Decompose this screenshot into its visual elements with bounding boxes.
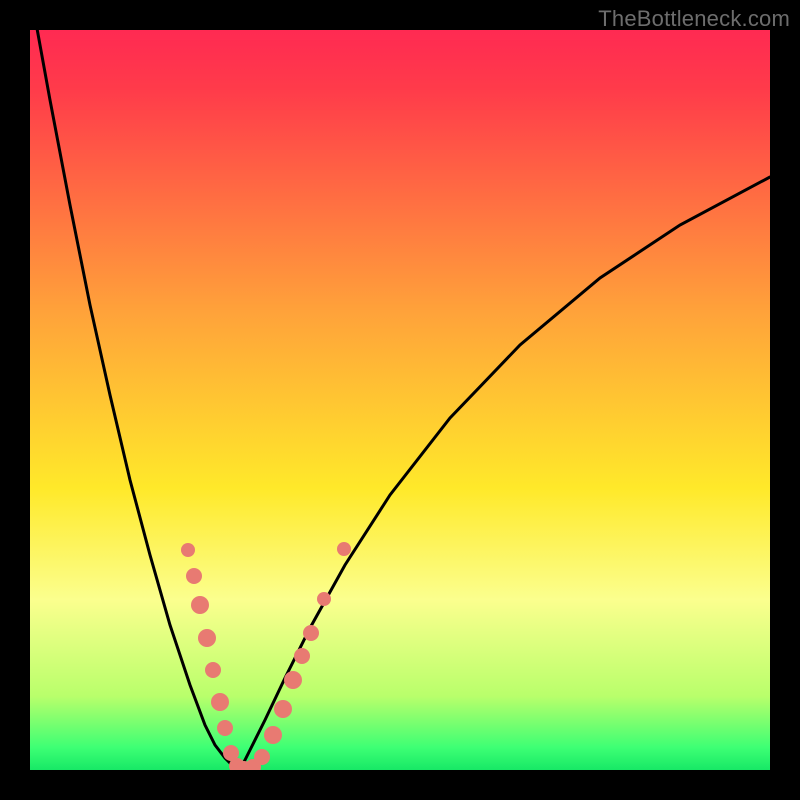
curve-layer (30, 30, 770, 770)
highlight-dot (254, 749, 270, 765)
highlight-dot (284, 671, 302, 689)
v-curve-left (30, 30, 240, 770)
highlight-dot (303, 625, 319, 641)
highlight-dot (217, 720, 233, 736)
highlight-dots-group (181, 542, 351, 770)
plot-area (30, 30, 770, 770)
highlight-dot (274, 700, 292, 718)
highlight-dot (198, 629, 216, 647)
highlight-dot (294, 648, 310, 664)
highlight-dot (317, 592, 331, 606)
highlight-dot (181, 543, 195, 557)
highlight-dot (264, 726, 282, 744)
chart-stage: TheBottleneck.com (0, 0, 800, 800)
highlight-dot (211, 693, 229, 711)
v-curve-right (240, 177, 770, 770)
highlight-dot (191, 596, 209, 614)
highlight-dot (205, 662, 221, 678)
highlight-dot (337, 542, 351, 556)
watermark-text: TheBottleneck.com (598, 6, 790, 32)
highlight-dot (186, 568, 202, 584)
